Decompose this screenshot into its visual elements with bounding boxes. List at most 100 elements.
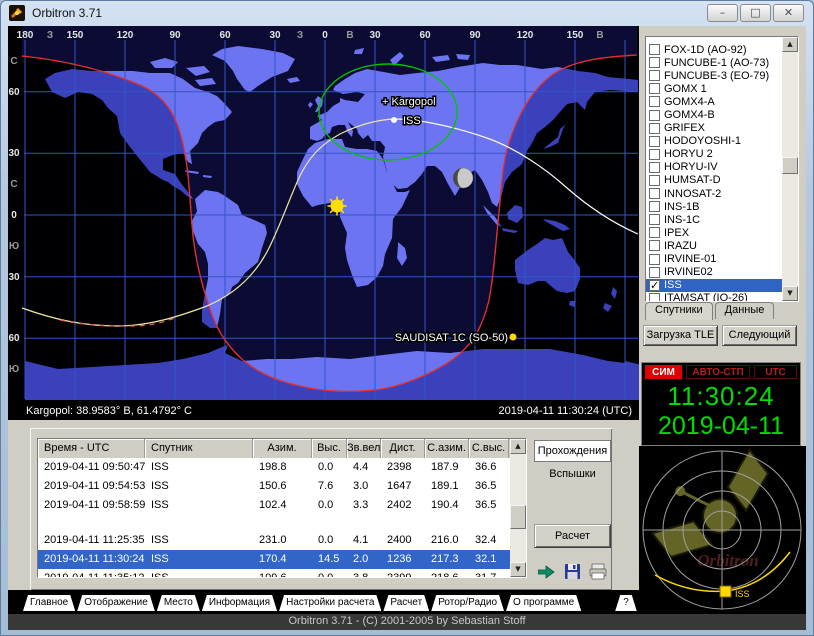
satellite-checkbox[interactable]: [649, 83, 660, 95]
satellite-checkbox[interactable]: [649, 174, 660, 186]
bottom-tab[interactable]: О программе: [506, 595, 581, 611]
satellite-checkbox[interactable]: [649, 266, 660, 278]
go-arrow-icon[interactable]: [538, 565, 555, 579]
bottom-tab[interactable]: Информация: [202, 595, 277, 611]
iss-marker[interactable]: [391, 117, 397, 123]
saudisat-marker[interactable]: [509, 333, 517, 341]
satellite-list-item[interactable]: IRAZU: [646, 239, 783, 252]
save-icon[interactable]: [565, 564, 580, 579]
column-header[interactable]: Азим.: [253, 439, 312, 458]
table-row[interactable]: 2019-04-11 11:35:12 ISS 109.6 0.0 3.8 2399 218…: [38, 569, 526, 577]
satellite-list-item[interactable]: INNOSAT-2: [646, 187, 783, 200]
satellite-list-item[interactable]: GOMX4-A: [646, 95, 783, 108]
satellite-list-item[interactable]: FUNCUBE-3 (EO-79): [646, 69, 783, 82]
table-row[interactable]: 2019-04-11 09:58:59 ISS 102.4 0.0 3.3 2402 190…: [38, 496, 526, 515]
scroll-up-button[interactable]: ▲: [782, 37, 798, 52]
column-header[interactable]: Время - UTC: [38, 439, 145, 458]
column-header[interactable]: Дист.: [381, 439, 425, 458]
satellite-list-item[interactable]: GOMX4-B: [646, 108, 783, 121]
satellite-list-item[interactable]: GOMX 1: [646, 82, 783, 95]
satellite-checkbox[interactable]: [649, 279, 660, 292]
clock-mode[interactable]: АВТО-СТП: [686, 365, 750, 379]
satellite-list-item[interactable]: GRIFEX: [646, 122, 783, 135]
satellite-checkbox[interactable]: [649, 122, 660, 134]
satellite-checkbox[interactable]: [649, 227, 660, 239]
satellite-checkbox[interactable]: [649, 70, 660, 82]
table-action-icons: [538, 563, 607, 580]
bottom-tab[interactable]: Место: [157, 595, 200, 611]
satellite-checkbox[interactable]: [649, 96, 660, 108]
satellite-list-item[interactable]: HORYU-IV: [646, 161, 783, 174]
satellite-list-item[interactable]: INS-1B: [646, 200, 783, 213]
satellite-checkbox[interactable]: [649, 161, 660, 173]
table-row[interactable]: 2019-04-11 09:54:53 ISS 150.6 7.6 3.0 1647 189…: [38, 477, 526, 496]
bottom-tab[interactable]: Ротор/Радио: [431, 595, 504, 611]
column-header[interactable]: С.азим.: [425, 439, 469, 458]
table-row[interactable]: 2019-04-11 09:50:47 ISS 198.8 0.0 4.4 2398 187…: [38, 458, 526, 477]
satellite-checkbox[interactable]: [649, 201, 660, 213]
passes-mode-item[interactable]: Прохождения: [534, 440, 611, 462]
scroll-down-button[interactable]: ▼: [782, 286, 798, 301]
bottom-tab[interactable]: Отображение: [77, 595, 155, 611]
clock-mode[interactable]: UTC: [754, 365, 797, 379]
column-header[interactable]: Спутник: [145, 439, 253, 458]
column-header[interactable]: Зв.вел: [347, 439, 381, 458]
svg-text:С: С: [10, 56, 17, 67]
bottom-tab[interactable]: Настройки расчета: [279, 595, 381, 611]
column-header[interactable]: С.выс.: [469, 439, 509, 458]
table-scroll-down[interactable]: ▼: [510, 562, 526, 577]
satellite-checkbox[interactable]: [649, 240, 660, 252]
satellite-list-item[interactable]: IRVINE-01: [646, 253, 783, 266]
column-header[interactable]: Выс.: [312, 439, 347, 458]
load-tle-button[interactable]: Загрузка TLE: [643, 325, 718, 346]
table-row[interactable]: 2019-04-11 11:25:35 ISS 231.0 0.0 4.1 2400 216…: [38, 531, 526, 550]
satellite-list-item[interactable]: ITAMSAT (IO-26): [646, 292, 783, 301]
satellite-list-scrollbar[interactable]: ▲ ▼: [782, 37, 798, 301]
tab-satellites[interactable]: Спутники: [645, 302, 713, 320]
satellite-checkbox[interactable]: [649, 148, 660, 160]
satellite-checkbox[interactable]: [649, 57, 660, 69]
bottom-tab[interactable]: Главное: [23, 595, 75, 611]
clock-mode[interactable]: СИМ: [645, 365, 682, 379]
svg-text:Ю: Ю: [9, 241, 19, 252]
satellite-checkbox[interactable]: [649, 214, 660, 226]
satellite-checkbox[interactable]: [649, 253, 660, 265]
close-button[interactable]: ✕: [773, 4, 804, 22]
minimize-button[interactable]: –: [707, 4, 738, 22]
satellite-checkbox[interactable]: [649, 292, 660, 301]
satellite-list-item[interactable]: FUNCUBE-1 (AO-73): [646, 56, 783, 69]
flares-mode-item[interactable]: Вспышки: [534, 468, 611, 480]
table-cell: 32.1: [475, 552, 497, 565]
table-cell: 2400: [387, 533, 412, 546]
maximize-button[interactable]: □: [740, 4, 771, 22]
satellite-list-item[interactable]: HODOYOSHI-1: [646, 135, 783, 148]
satellite-checkbox[interactable]: [649, 44, 660, 56]
satellite-list-item[interactable]: HUMSAT-D: [646, 174, 783, 187]
satellite-list-item[interactable]: HORYU 2: [646, 148, 783, 161]
table-cell: ISS: [151, 461, 169, 473]
next-button[interactable]: Следующий: [722, 325, 797, 346]
world-map[interactable]: + Kargopol ISS SAUDISAT 1C (SO-50) 180 З 1…: [8, 26, 639, 420]
satellite-list-item[interactable]: INS-1C: [646, 213, 783, 226]
satellite-list-item[interactable]: IRVINE02: [646, 266, 783, 279]
table-scroll-up[interactable]: ▲: [510, 439, 526, 454]
tab-data[interactable]: Данные: [714, 302, 775, 319]
satellite-checkbox[interactable]: [649, 109, 660, 121]
table-row[interactable]: [38, 516, 526, 531]
calc-button[interactable]: Расчет: [534, 524, 611, 548]
satellite-list[interactable]: FOX-1D (AO-92) FUNCUBE-1 (AO-73) FUNCUBE…: [645, 36, 799, 302]
satellite-list-item[interactable]: FOX-1D (AO-92): [646, 43, 783, 56]
bottom-tab[interactable]: Расчет: [383, 595, 429, 611]
table-scrollbar-thumb[interactable]: [510, 505, 526, 529]
satellite-list-item[interactable]: ISS: [646, 278, 783, 292]
table-scrollbar[interactable]: ▲ ▼: [510, 439, 526, 577]
bottom-tab[interactable]: ?: [615, 595, 637, 611]
table-cell: [381, 516, 425, 531]
passes-table[interactable]: Время - UTC Спутник Азим. Выс. Зв.вел Дист. С.…: [37, 438, 527, 578]
scrollbar-thumb[interactable]: [782, 157, 798, 174]
satellite-list-item[interactable]: IPEX: [646, 226, 783, 239]
satellite-checkbox[interactable]: [649, 188, 660, 200]
print-icon[interactable]: [589, 563, 607, 580]
satellite-checkbox[interactable]: [649, 135, 660, 147]
table-row[interactable]: 2019-04-11 11:30:24 ISS 170.4 14.5 2.0 1236 21…: [38, 549, 526, 569]
